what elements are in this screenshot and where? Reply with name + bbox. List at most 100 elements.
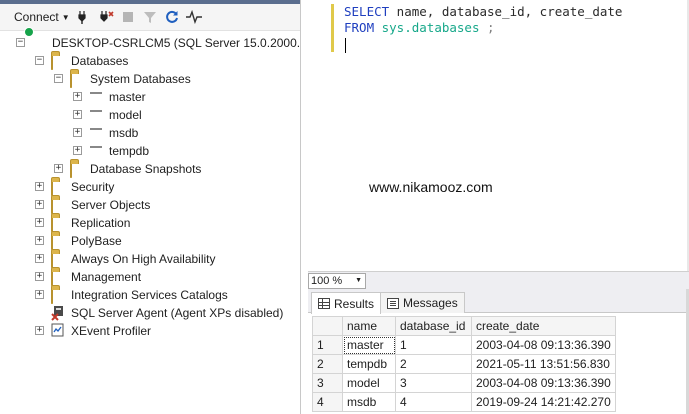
folder-icon xyxy=(70,71,86,88)
disconnect-icon[interactable] xyxy=(98,9,114,25)
text-caret xyxy=(345,38,346,53)
folder-icon xyxy=(70,161,86,178)
row-number[interactable]: 3 xyxy=(312,373,343,393)
tab-messages[interactable]: Messages xyxy=(380,292,465,313)
activity-monitor-icon[interactable] xyxy=(185,9,202,25)
server-icon xyxy=(31,36,47,50)
table-row[interactable]: 2 tempdb 2 2021-05-11 13:51:56.830 xyxy=(312,354,616,374)
cell-create-date[interactable]: 2019-09-24 14:21:42.270 xyxy=(471,392,616,412)
expand-toggle[interactable]: + xyxy=(35,254,44,263)
zoom-bar: 100 % ▼ xyxy=(308,271,689,289)
explorer-toolbar: Connect ▼ xyxy=(0,4,300,31)
expand-toggle[interactable]: + xyxy=(35,236,44,245)
column-header-database-id[interactable]: database_id xyxy=(395,316,472,336)
folder-icon xyxy=(51,233,67,250)
collapse-toggle[interactable]: − xyxy=(35,56,44,65)
replication-label: Replication xyxy=(71,216,131,230)
table-row[interactable]: 1 master 1 2003-04-08 09:13:36.390 xyxy=(312,335,616,355)
expand-toggle[interactable]: + xyxy=(73,146,82,155)
editor-gutter xyxy=(302,0,326,271)
database-icon xyxy=(88,143,104,157)
server-label: DESKTOP-CSRLCM5 (SQL Server 15.0.2000.5 … xyxy=(52,36,301,50)
integration-label: Integration Services Catalogs xyxy=(71,288,228,302)
polybase-label: PolyBase xyxy=(71,234,122,248)
messages-icon xyxy=(387,297,399,309)
management-label: Management xyxy=(71,270,142,284)
sql-agent-disabled-icon xyxy=(51,305,67,321)
expand-toggle[interactable]: + xyxy=(54,164,63,173)
folder-icon xyxy=(51,179,67,196)
row-number[interactable]: 1 xyxy=(312,335,343,355)
table-row[interactable]: 3 model 3 2003-04-08 09:13:36.390 xyxy=(312,373,616,393)
expand-toggle[interactable]: + xyxy=(35,272,44,281)
results-grid[interactable]: name database_id create_date 1 master 1 … xyxy=(312,316,616,412)
cell-name[interactable]: tempdb xyxy=(342,354,396,374)
row-number-header[interactable] xyxy=(312,316,343,336)
security-label: Security xyxy=(71,180,115,194)
expand-toggle[interactable]: + xyxy=(35,218,44,227)
cell-name[interactable]: model xyxy=(342,373,396,393)
query-editor[interactable]: SELECT name, database_id, create_date FR… xyxy=(302,0,689,271)
expand-toggle[interactable]: + xyxy=(73,92,82,101)
from-object: sys.databases xyxy=(374,20,480,35)
expand-toggle[interactable]: + xyxy=(73,128,82,137)
expand-toggle[interactable]: + xyxy=(35,290,44,299)
results-tabs: Results Messages xyxy=(308,289,689,314)
always-on-label: Always On High Availability xyxy=(71,252,216,266)
tab-results[interactable]: Results xyxy=(311,292,382,314)
folder-icon xyxy=(51,269,67,286)
cell-create-date[interactable]: 2003-04-08 09:13:36.390 xyxy=(471,373,616,393)
tree-node-server[interactable]: − DESKTOP-CSRLCM5 (SQL Server 15.0.2000.… xyxy=(0,34,301,52)
collapse-toggle[interactable]: − xyxy=(16,38,25,47)
tab-messages-label: Messages xyxy=(403,296,458,310)
snapshots-label: Database Snapshots xyxy=(90,162,202,176)
xevent-profiler-icon xyxy=(51,323,67,337)
sql-code[interactable]: SELECT name, database_id, create_date FR… xyxy=(344,4,622,36)
folder-icon xyxy=(51,251,67,268)
object-explorer: Connect ▼ − DESKTOP-CSRLCM5 (SQL Server … xyxy=(0,0,301,414)
cell-create-date[interactable]: 2021-05-11 13:51:56.830 xyxy=(471,354,616,374)
tempdb-label: tempdb xyxy=(109,144,150,158)
grid-icon xyxy=(318,298,330,309)
results-pane: Results Messages name database_id create… xyxy=(308,289,689,414)
database-icon xyxy=(88,125,104,139)
cell-database-id[interactable]: 4 xyxy=(395,392,472,412)
row-number[interactable]: 2 xyxy=(312,354,343,374)
cell-name[interactable]: master xyxy=(342,335,396,355)
connect-icon[interactable] xyxy=(76,9,92,25)
expand-toggle[interactable]: + xyxy=(35,326,44,335)
refresh-icon[interactable] xyxy=(164,9,180,25)
connect-label: Connect xyxy=(14,10,59,24)
cell-database-id[interactable]: 1 xyxy=(395,335,472,355)
cell-database-id[interactable]: 3 xyxy=(395,373,472,393)
connect-button[interactable]: Connect ▼ xyxy=(14,7,70,27)
database-icon xyxy=(88,107,104,121)
expand-toggle[interactable]: + xyxy=(35,182,44,191)
databases-label: Databases xyxy=(71,54,129,68)
column-header-name[interactable]: name xyxy=(342,316,396,336)
watermark-text: www.nikamooz.com xyxy=(369,179,493,195)
row-number[interactable]: 4 xyxy=(312,392,343,412)
grid-header-row: name database_id create_date xyxy=(312,316,616,336)
expand-toggle[interactable]: + xyxy=(73,110,82,119)
cell-database-id[interactable]: 2 xyxy=(395,354,472,374)
column-header-create-date[interactable]: create_date xyxy=(471,316,616,336)
chevron-down-icon: ▼ xyxy=(355,277,362,284)
keyword-select: SELECT xyxy=(344,4,390,19)
msdb-label: msdb xyxy=(109,126,139,140)
table-row[interactable]: 4 msdb 4 2019-09-24 14:21:42.270 xyxy=(312,392,616,412)
collapse-toggle[interactable]: − xyxy=(54,74,63,83)
xevent-label: XEvent Profiler xyxy=(71,324,152,338)
stop-icon[interactable] xyxy=(120,9,136,25)
folder-icon xyxy=(51,53,67,70)
model-label: model xyxy=(109,108,142,122)
cell-name[interactable]: msdb xyxy=(342,392,396,412)
folder-icon xyxy=(51,287,67,304)
zoom-dropdown[interactable]: 100 % ▼ xyxy=(308,272,366,289)
system-databases-label: System Databases xyxy=(90,72,191,86)
server-objects-label: Server Objects xyxy=(71,198,151,212)
filter-icon[interactable] xyxy=(142,9,158,25)
expand-toggle[interactable]: + xyxy=(35,200,44,209)
chevron-down-icon: ▼ xyxy=(61,12,70,22)
cell-create-date[interactable]: 2003-04-08 09:13:36.390 xyxy=(471,335,616,355)
